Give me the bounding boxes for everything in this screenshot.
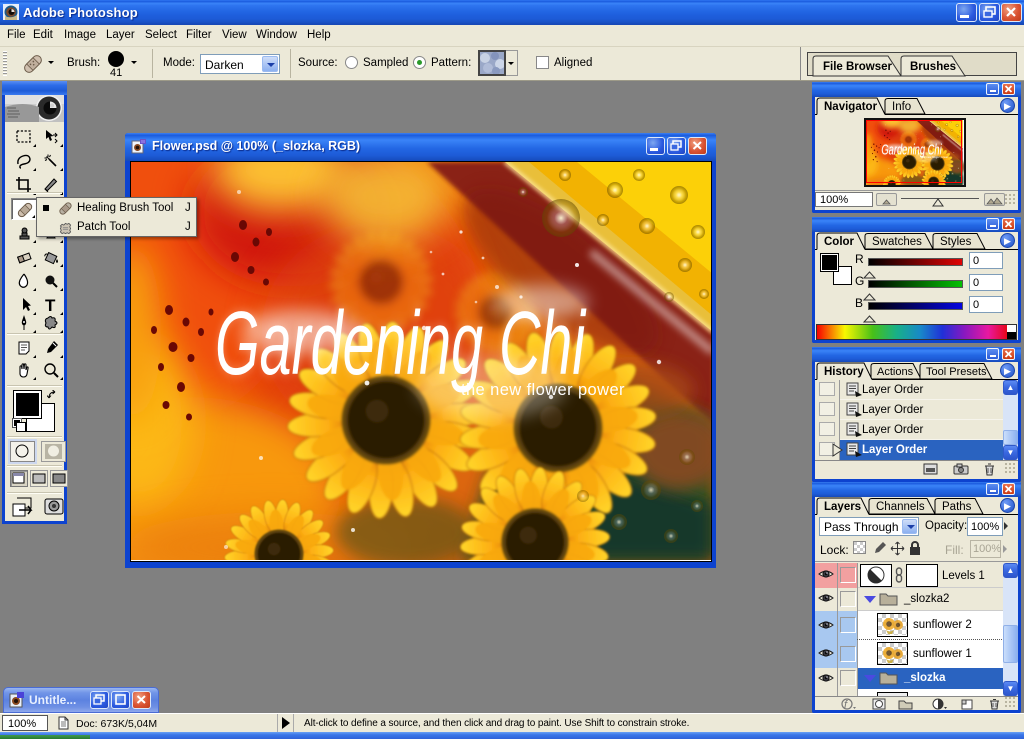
svg-text:Actions: Actions: [877, 366, 914, 378]
svg-text:Tool Presets: Tool Presets: [926, 366, 987, 378]
svg-text:Swatches: Swatches: [872, 236, 922, 248]
svg-text:Brushes: Brushes: [910, 61, 956, 73]
svg-text:Channels: Channels: [876, 501, 925, 513]
svg-text:Paths: Paths: [942, 501, 972, 513]
svg-text:Styles: Styles: [940, 236, 972, 248]
svg-text:History: History: [824, 366, 864, 378]
svg-text:Color: Color: [824, 236, 855, 248]
svg-text:f: f: [844, 699, 848, 710]
svg-text:File Browser: File Browser: [823, 61, 893, 73]
svg-text:Info: Info: [892, 101, 911, 113]
svg-text:Navigator: Navigator: [824, 101, 878, 113]
svg-text:Layers: Layers: [824, 501, 861, 513]
